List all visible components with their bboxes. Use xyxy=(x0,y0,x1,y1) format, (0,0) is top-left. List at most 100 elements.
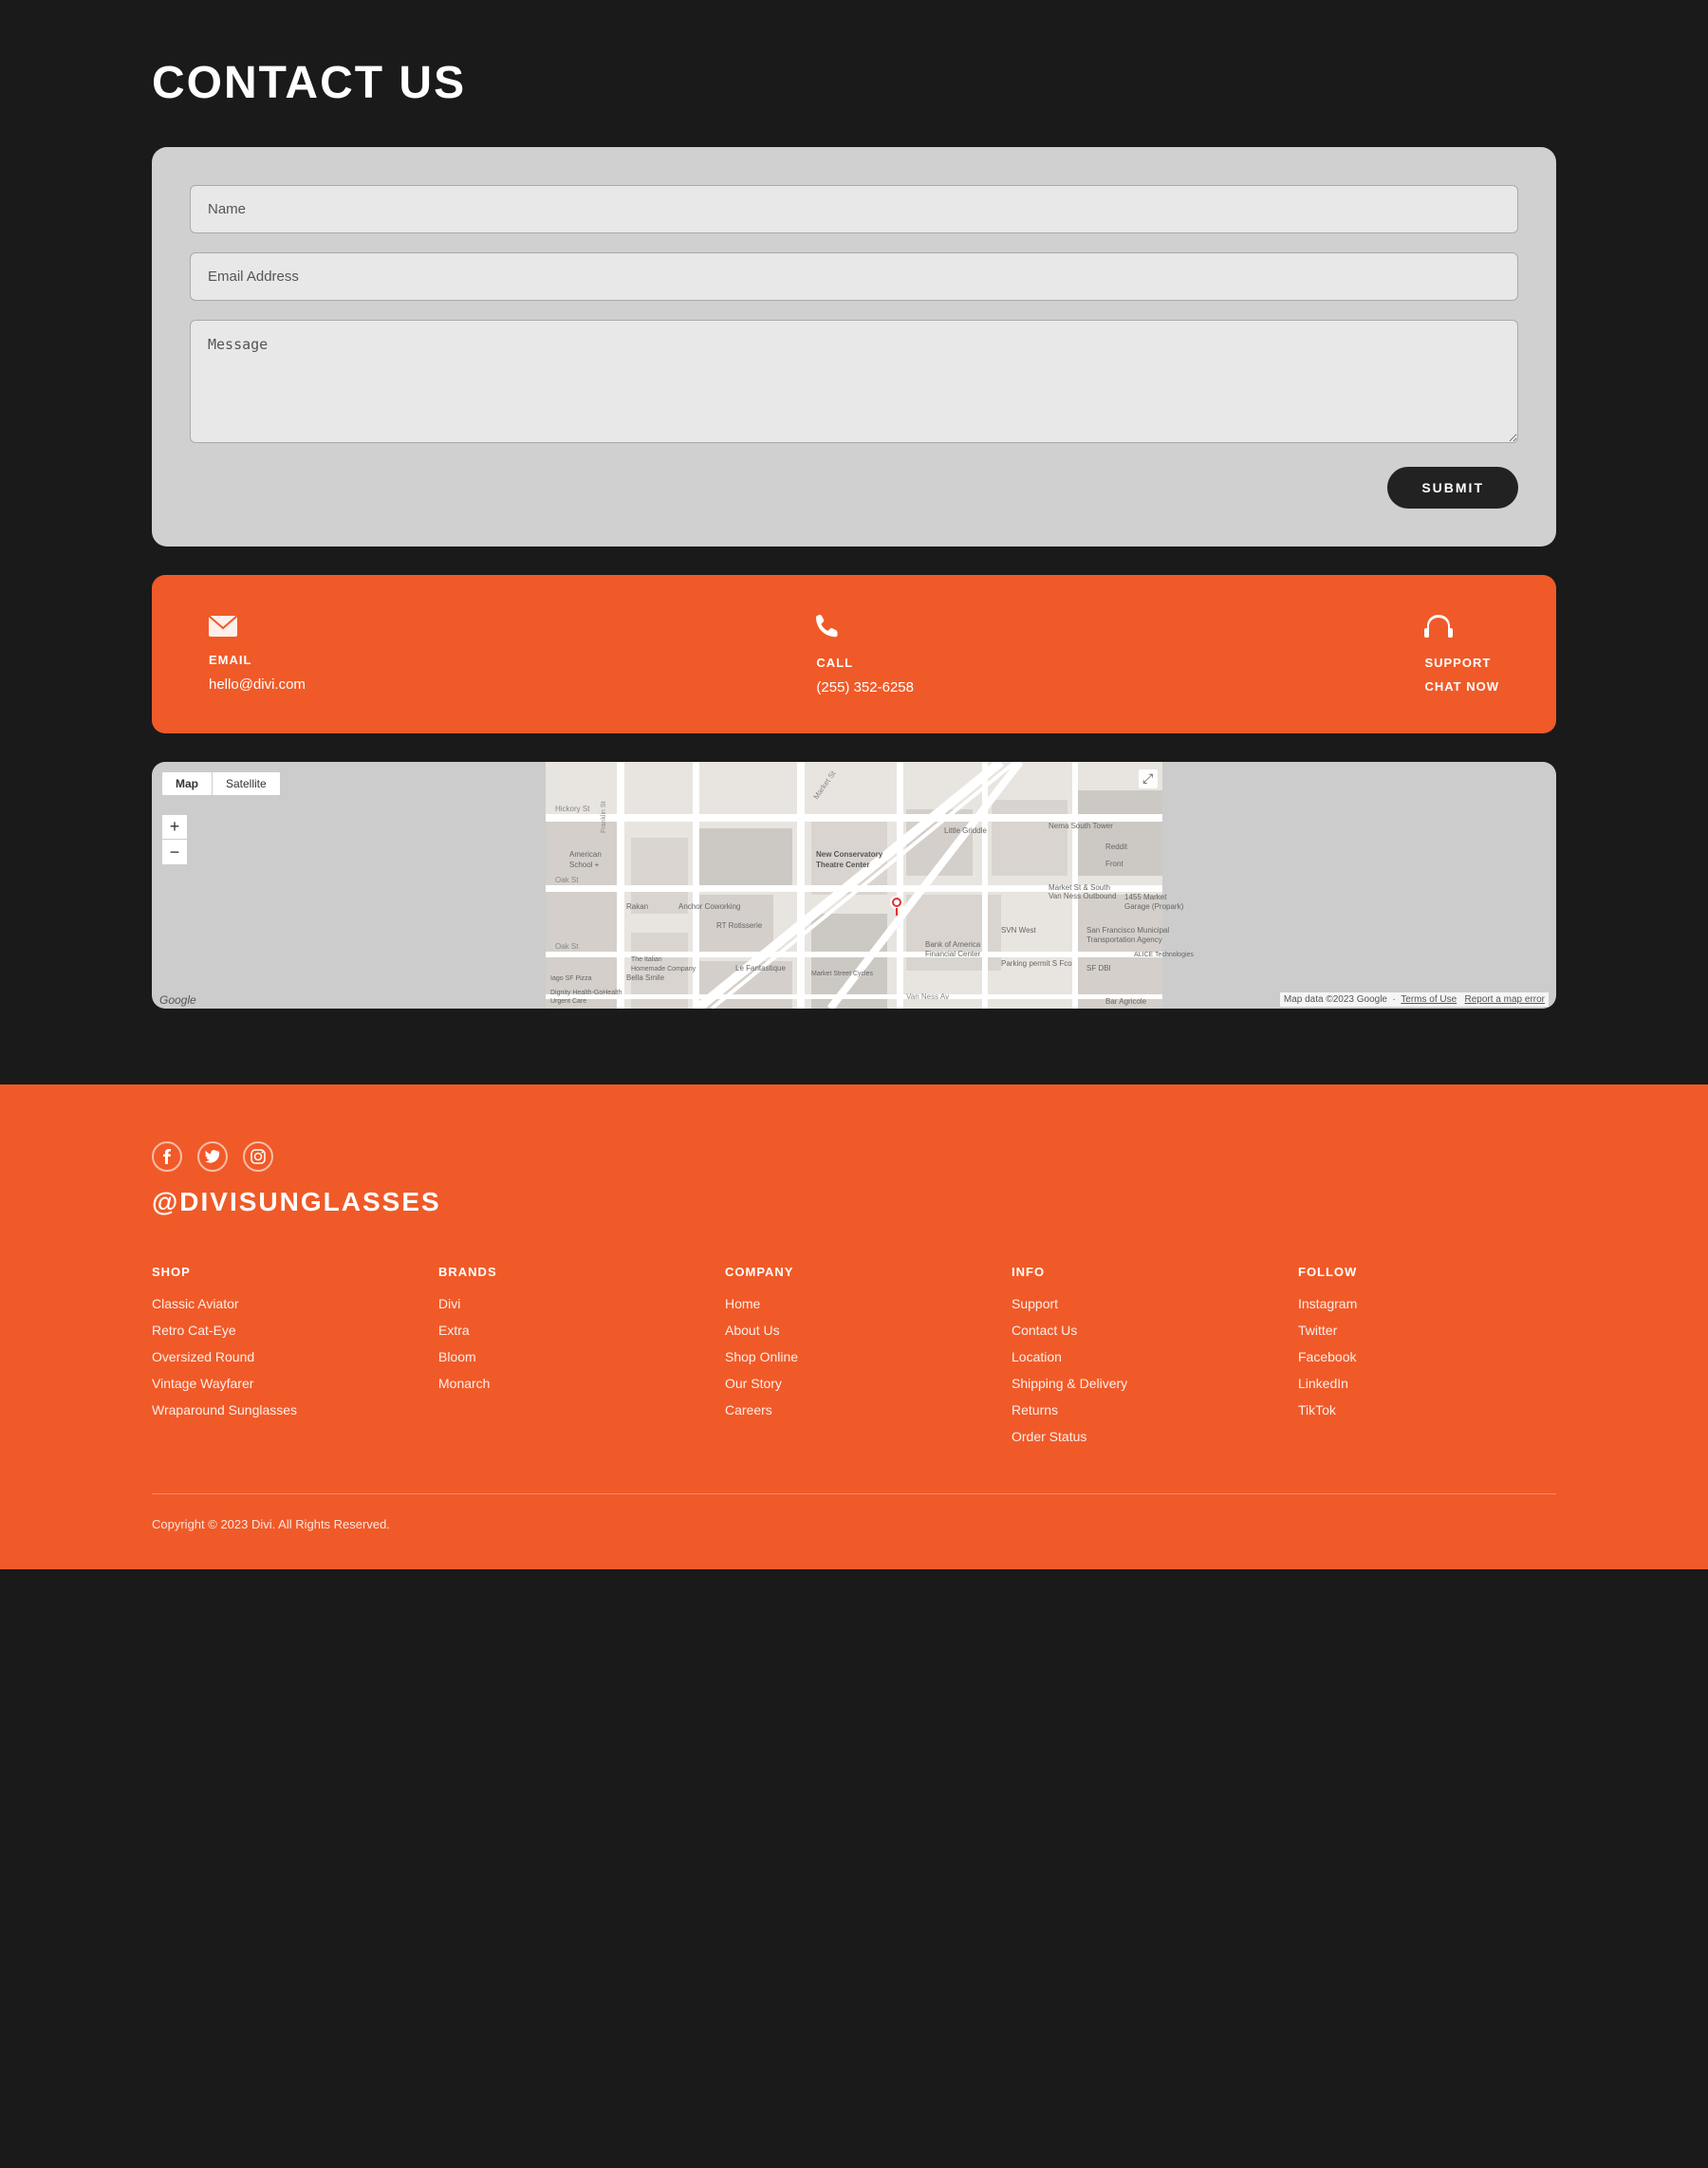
svg-text:Urgent Care: Urgent Care xyxy=(550,998,586,1005)
map-report-text[interactable]: Report a map error xyxy=(1465,994,1545,1005)
list-item: Classic Aviator xyxy=(152,1296,410,1313)
svg-text:Homemade Company: Homemade Company xyxy=(631,966,696,973)
svg-text:RT Rotisserie: RT Rotisserie xyxy=(716,921,763,930)
svg-text:Garage (Propark): Garage (Propark) xyxy=(1124,902,1184,911)
shop-classic-aviator-link[interactable]: Classic Aviator xyxy=(152,1296,239,1311)
svg-text:School +: School + xyxy=(569,861,600,869)
zoom-out-button[interactable]: − xyxy=(162,840,187,864)
list-item: Instagram xyxy=(1298,1296,1556,1313)
message-textarea[interactable] xyxy=(190,320,1518,443)
name-field-group xyxy=(190,185,1518,233)
list-item: Wraparound Sunglasses xyxy=(152,1402,410,1419)
brand-divi-link[interactable]: Divi xyxy=(438,1296,460,1311)
list-item: Contact Us xyxy=(1012,1323,1270,1340)
map-tabs[interactable]: Map Satellite xyxy=(161,771,281,796)
info-location-link[interactable]: Location xyxy=(1012,1349,1062,1364)
svg-text:Parking permit S Fco: Parking permit S Fco xyxy=(1001,959,1072,968)
footer-col-company: COMPANY Home About Us Shop Online Our St… xyxy=(725,1265,983,1446)
email-field-group xyxy=(190,252,1518,301)
svg-text:San Francisco Municipal: San Francisco Municipal xyxy=(1086,926,1169,935)
svg-text:SVN West: SVN West xyxy=(1001,926,1037,935)
shop-oversized-round-link[interactable]: Oversized Round xyxy=(152,1349,254,1364)
info-returns-link[interactable]: Returns xyxy=(1012,1402,1058,1418)
instagram-icon[interactable] xyxy=(243,1141,273,1172)
company-careers-link[interactable]: Careers xyxy=(725,1402,772,1418)
list-item: About Us xyxy=(725,1323,983,1340)
message-field-group xyxy=(190,320,1518,448)
twitter-icon[interactable] xyxy=(197,1141,228,1172)
shop-retro-cat-eye-link[interactable]: Retro Cat-Eye xyxy=(152,1323,236,1338)
svg-text:Reddit: Reddit xyxy=(1105,843,1128,851)
info-shipping-link[interactable]: Shipping & Delivery xyxy=(1012,1376,1127,1391)
svg-text:1455 Market: 1455 Market xyxy=(1124,893,1167,901)
company-our-story-link[interactable]: Our Story xyxy=(725,1376,782,1391)
brands-col-list: Divi Extra Bloom Monarch xyxy=(438,1296,696,1393)
svg-text:Hickory St: Hickory St xyxy=(555,805,590,813)
svg-text:Financial Center: Financial Center xyxy=(925,950,981,958)
footer-col-follow: FOLLOW Instagram Twitter Facebook Linked… xyxy=(1298,1265,1556,1446)
list-item: Location xyxy=(1012,1349,1270,1366)
map-container[interactable]: Hickory St Oak St Oak St Market St Van N… xyxy=(152,762,1556,1009)
svg-text:Nema South Tower: Nema South Tower xyxy=(1049,822,1113,830)
follow-col-list: Instagram Twitter Facebook LinkedIn TikT… xyxy=(1298,1296,1556,1419)
contact-section: CONTACT US SUBMIT EMAIL hello@divi. xyxy=(0,0,1708,1084)
svg-text:Van Ness Av: Van Ness Av xyxy=(906,992,949,1001)
map-terms-text[interactable]: Terms of Use xyxy=(1401,994,1457,1005)
brand-monarch-link[interactable]: Monarch xyxy=(438,1376,490,1391)
brand-extra-link[interactable]: Extra xyxy=(438,1323,470,1338)
map-section[interactable]: Hickory St Oak St Oak St Market St Van N… xyxy=(152,762,1556,1009)
company-shop-online-link[interactable]: Shop Online xyxy=(725,1349,798,1364)
svg-text:Franklin St: Franklin St xyxy=(601,801,607,833)
svg-text:Market St & South: Market St & South xyxy=(1049,883,1110,892)
brand-bloom-link[interactable]: Bloom xyxy=(438,1349,476,1364)
follow-twitter-link[interactable]: Twitter xyxy=(1298,1323,1337,1338)
company-about-link[interactable]: About Us xyxy=(725,1323,780,1338)
shop-wraparound-link[interactable]: Wraparound Sunglasses xyxy=(152,1402,297,1418)
svg-text:ALICE Technologies: ALICE Technologies xyxy=(1134,952,1194,958)
follow-tiktok-link[interactable]: TikTok xyxy=(1298,1402,1336,1418)
svg-text:SF DBI: SF DBI xyxy=(1086,964,1111,973)
submit-button[interactable]: SUBMIT xyxy=(1387,467,1518,509)
info-order-status-link[interactable]: Order Status xyxy=(1012,1429,1086,1444)
shop-vintage-wayfarer-link[interactable]: Vintage Wayfarer xyxy=(152,1376,253,1391)
svg-text:Le Fantastique: Le Fantastique xyxy=(735,964,786,973)
phone-icon xyxy=(816,613,914,646)
list-item: LinkedIn xyxy=(1298,1376,1556,1393)
email-label: EMAIL xyxy=(209,653,306,667)
email-input[interactable] xyxy=(190,252,1518,301)
map-tab-map[interactable]: Map xyxy=(162,772,212,795)
chat-now-link[interactable]: CHAT NOW xyxy=(1424,679,1499,694)
call-value: (255) 352-6258 xyxy=(816,679,914,695)
footer: @DIVISUNGLASSES SHOP Classic Aviator Ret… xyxy=(0,1084,1708,1569)
company-home-link[interactable]: Home xyxy=(725,1296,760,1311)
footer-social-icons xyxy=(152,1141,1556,1172)
info-support-link[interactable]: Support xyxy=(1012,1296,1058,1311)
follow-linkedin-link[interactable]: LinkedIn xyxy=(1298,1376,1348,1391)
footer-brand: @DIVISUNGLASSES xyxy=(152,1187,1556,1217)
zoom-in-button[interactable]: + xyxy=(162,815,187,840)
svg-text:Transportation Agency: Transportation Agency xyxy=(1086,936,1162,944)
list-item: Order Status xyxy=(1012,1429,1270,1446)
map-svg: Hickory St Oak St Oak St Market St Van N… xyxy=(152,762,1556,1009)
list-item: Returns xyxy=(1012,1402,1270,1419)
company-col-title: COMPANY xyxy=(725,1265,983,1279)
list-item: Careers xyxy=(725,1402,983,1419)
google-logo-text: Google xyxy=(159,993,196,1007)
map-zoom-controls[interactable]: + − xyxy=(161,814,188,865)
svg-text:Rakan: Rakan xyxy=(626,902,648,911)
list-item: Retro Cat-Eye xyxy=(152,1323,410,1340)
list-item: Monarch xyxy=(438,1376,696,1393)
list-item: Twitter xyxy=(1298,1323,1556,1340)
follow-instagram-link[interactable]: Instagram xyxy=(1298,1296,1357,1311)
svg-text:Market Street Cycles: Market Street Cycles xyxy=(811,971,873,977)
list-item: Extra xyxy=(438,1323,696,1340)
svg-text:⤢: ⤢ xyxy=(1142,770,1153,786)
info-contact-link[interactable]: Contact Us xyxy=(1012,1323,1077,1338)
list-item: Support xyxy=(1012,1296,1270,1313)
name-input[interactable] xyxy=(190,185,1518,233)
follow-facebook-link[interactable]: Facebook xyxy=(1298,1349,1356,1364)
svg-text:Theatre Center: Theatre Center xyxy=(816,861,869,869)
facebook-icon[interactable] xyxy=(152,1141,182,1172)
list-item: Bloom xyxy=(438,1349,696,1366)
map-tab-satellite[interactable]: Satellite xyxy=(212,772,280,795)
